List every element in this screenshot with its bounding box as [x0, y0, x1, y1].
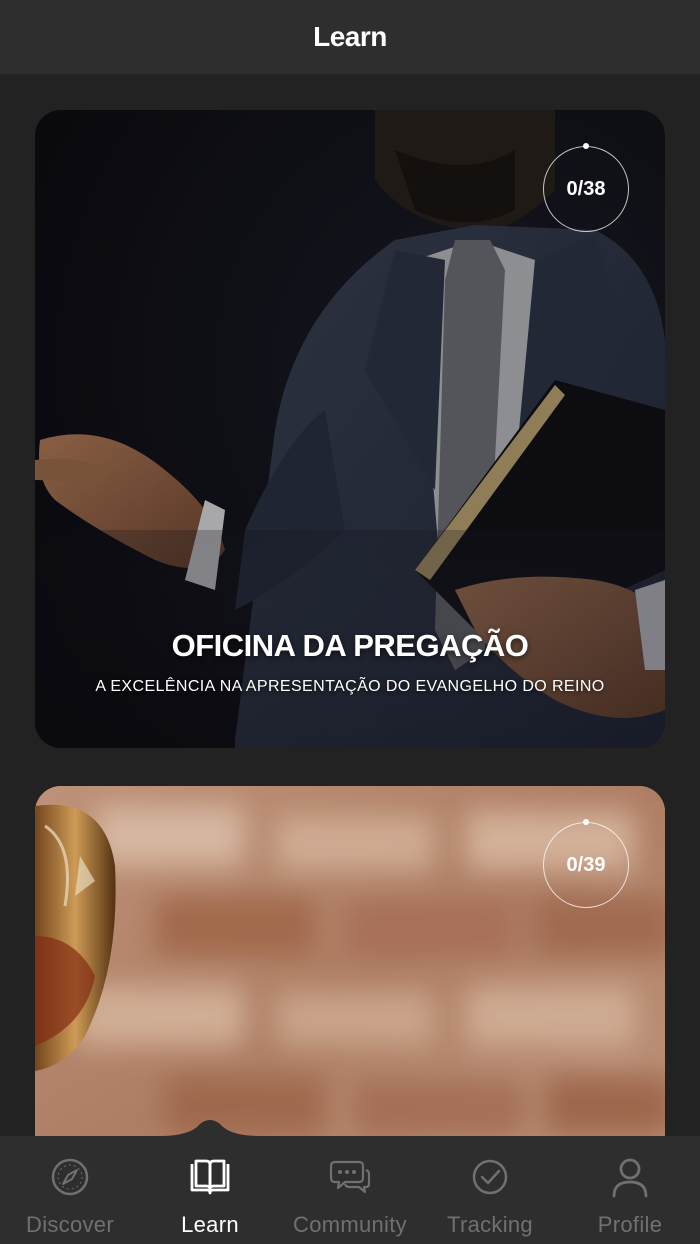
course-card[interactable]: 0/38 OFICINA DA PREGAÇÃO A EXCELÊNCIA NA…: [35, 110, 665, 748]
course-info: OFICINA DA PREGAÇÃO A EXCELÊNCIA NA APRE…: [35, 628, 665, 696]
tab-label: Tracking: [447, 1212, 533, 1237]
tab-tracking[interactable]: Tracking: [420, 1136, 560, 1244]
course-list[interactable]: 0/38 OFICINA DA PREGAÇÃO A EXCELÊNCIA NA…: [0, 74, 700, 1136]
tab-discover[interactable]: Discover: [0, 1136, 140, 1244]
progress-count: 0/38: [566, 178, 606, 200]
top-bar: Learn: [0, 0, 700, 74]
tab-label: Learn: [181, 1212, 239, 1237]
tab-label: Discover: [26, 1212, 114, 1237]
course-title: OFICINA DA PREGAÇÃO: [171, 628, 529, 663]
tab-label: Profile: [597, 1212, 663, 1237]
book-icon: [190, 1159, 230, 1195]
chat-bubbles-icon: [329, 1160, 371, 1194]
check-circle-icon: [472, 1159, 508, 1195]
tab-label: Community: [293, 1212, 407, 1237]
progress-count: 0/39: [566, 854, 606, 876]
compass-icon: [51, 1158, 89, 1196]
tab-learn[interactable]: Learn: [140, 1136, 280, 1244]
app-screen: Learn 0/38 OFICINA DA PREGAÇÃO A EXCELÊN…: [0, 0, 700, 1244]
tab-profile[interactable]: Profile: [560, 1136, 700, 1244]
course-card[interactable]: 0/39: [35, 786, 665, 1136]
bottom-tab-bar: Discover Learn Community Tracking Profil…: [0, 1136, 700, 1244]
progress-ring: 0/39: [543, 819, 629, 908]
course-subtitle: A EXCELÊNCIA NA APRESENTAÇÃO DO EVANGELH…: [95, 678, 605, 695]
page-title: Learn: [313, 21, 387, 52]
tab-community[interactable]: Community: [280, 1136, 420, 1244]
progress-ring: 0/38: [543, 143, 629, 232]
user-icon: [612, 1158, 648, 1198]
